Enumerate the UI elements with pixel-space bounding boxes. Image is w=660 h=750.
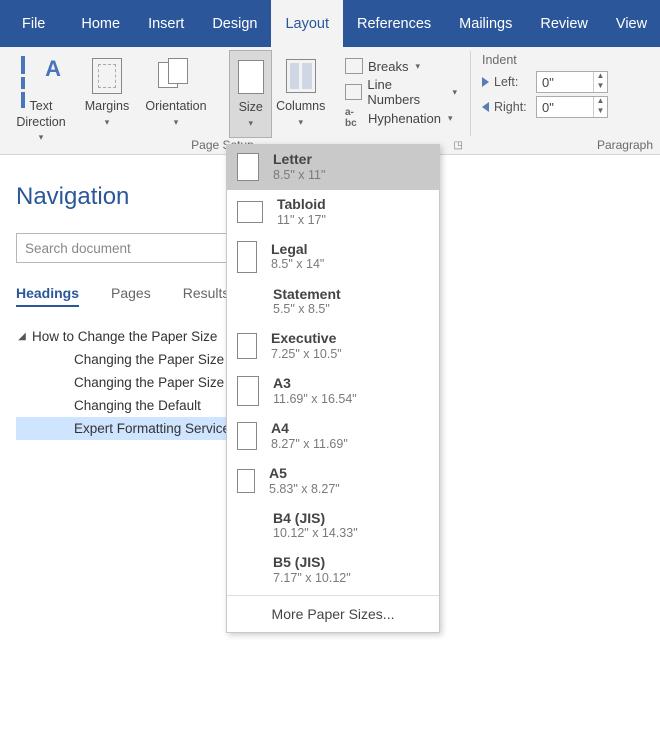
indent-right-label: Right: xyxy=(494,100,527,114)
hyphenation-button[interactable]: a-bcHyphenation▾ xyxy=(341,106,461,130)
size-option-b5[interactable]: B5 (JIS)7.17" x 10.12" xyxy=(227,548,439,593)
tab-design[interactable]: Design xyxy=(198,0,271,47)
nav-tab-pages[interactable]: Pages xyxy=(111,285,151,307)
page-icon xyxy=(237,201,263,223)
indent-right-icon xyxy=(482,102,489,112)
tab-file[interactable]: File xyxy=(0,0,67,47)
columns-button[interactable]: Columns ▾ xyxy=(272,50,329,138)
orientation-icon xyxy=(158,58,194,94)
margins-icon xyxy=(92,58,122,94)
ribbon-body: A Text Direction ▾ Margins ▾ Orientation… xyxy=(0,47,660,155)
size-dropdown-menu: Letter8.5" x 11" Tabloid11" x 17" Legal8… xyxy=(226,144,440,633)
columns-icon xyxy=(286,59,316,93)
tab-insert[interactable]: Insert xyxy=(134,0,198,47)
page-icon xyxy=(237,422,257,450)
size-button[interactable]: Size ▾ xyxy=(229,50,272,138)
size-option-legal[interactable]: Legal8.5" x 14" xyxy=(227,235,439,280)
nav-tab-results[interactable]: Results xyxy=(183,285,230,307)
page-icon xyxy=(237,469,255,493)
size-option-letter[interactable]: Letter8.5" x 11" xyxy=(227,145,439,190)
indent-right-input[interactable]: 0"▲▼ xyxy=(536,96,608,118)
size-icon xyxy=(238,60,264,94)
size-option-a5[interactable]: A55.83" x 8.27" xyxy=(227,459,439,504)
line-numbers-icon xyxy=(345,84,362,100)
tab-layout[interactable]: Layout xyxy=(271,0,343,47)
tab-mailings[interactable]: Mailings xyxy=(445,0,526,47)
indent-left-label: Left: xyxy=(494,75,518,89)
line-numbers-button[interactable]: Line Numbers▾ xyxy=(341,80,461,104)
tab-references[interactable]: References xyxy=(343,0,445,47)
indent-header: Indent xyxy=(482,53,608,67)
nav-tab-headings[interactable]: Headings xyxy=(16,285,79,307)
page-icon xyxy=(237,241,257,273)
page-icon xyxy=(237,333,257,359)
size-option-tabloid[interactable]: Tabloid11" x 17" xyxy=(227,190,439,235)
paragraph-group-label: Paragraph xyxy=(597,138,653,152)
more-paper-sizes[interactable]: More Paper Sizes... xyxy=(227,598,439,630)
tab-view[interactable]: View xyxy=(602,0,660,47)
hyphenation-icon: a-bc xyxy=(345,107,363,129)
ribbon-tabbar: File Home Insert Design Layout Reference… xyxy=(0,0,660,47)
size-option-a3[interactable]: A311.69" x 16.54" xyxy=(227,369,439,414)
text-direction-icon: A xyxy=(21,56,61,96)
breaks-button[interactable]: Breaks▾ xyxy=(341,54,461,78)
page-setup-launcher-icon[interactable]: ◳ xyxy=(454,140,463,151)
indent-left-input[interactable]: 0"▲▼ xyxy=(536,71,608,93)
size-option-statement[interactable]: Statement5.5" x 8.5" xyxy=(227,280,439,325)
size-option-executive[interactable]: Executive7.25" x 10.5" xyxy=(227,324,439,369)
tab-review[interactable]: Review xyxy=(526,0,602,47)
page-icon xyxy=(237,153,259,181)
breaks-icon xyxy=(345,58,363,74)
size-option-b4[interactable]: B4 (JIS)10.12" x 14.33" xyxy=(227,504,439,549)
page-icon xyxy=(237,376,259,406)
text-direction-button[interactable]: A Text Direction ▾ xyxy=(5,50,77,154)
collapse-icon[interactable]: ◢ xyxy=(16,331,28,342)
tab-home[interactable]: Home xyxy=(67,0,134,47)
indent-left-icon xyxy=(482,77,489,87)
size-option-a4[interactable]: A48.27" x 11.69" xyxy=(227,414,439,459)
